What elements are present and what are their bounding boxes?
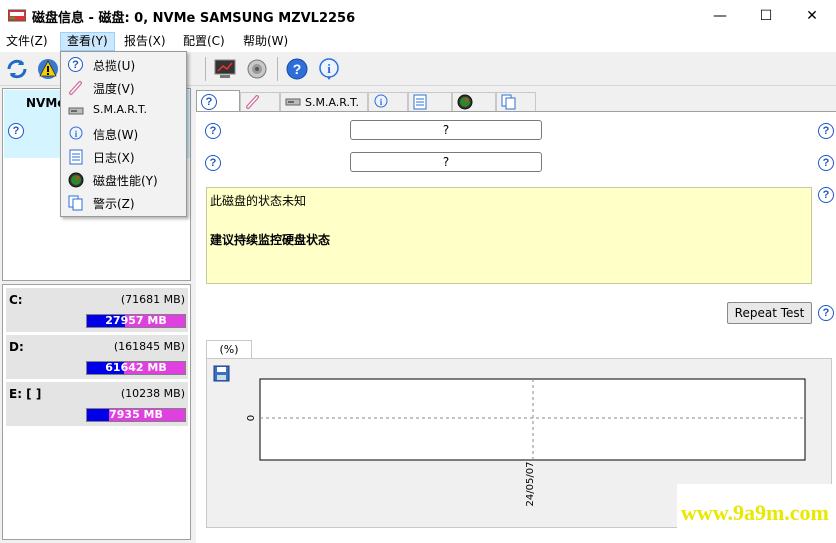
status-message: 此磁盘的状态未知 bbox=[210, 194, 307, 208]
volume-usage-bar: 61642 MB bbox=[86, 361, 186, 375]
volume-item[interactable]: E: [ ] (10238 MB) 7935 MB bbox=[6, 382, 188, 426]
volume-usage-bar: 27957 MB bbox=[86, 314, 186, 328]
health-field: ? bbox=[350, 120, 542, 140]
log-icon bbox=[413, 94, 427, 110]
warning-button[interactable] bbox=[34, 55, 62, 83]
speaker-button[interactable] bbox=[243, 55, 271, 83]
gauge-icon bbox=[68, 172, 83, 187]
volume-usage-bar: 7935 MB bbox=[86, 408, 186, 422]
about-button[interactable]: i bbox=[315, 55, 343, 83]
volume-total: (161845 MB) bbox=[113, 340, 185, 353]
menu-help[interactable]: 帮助(W) bbox=[237, 32, 294, 51]
view-menu-item-overview[interactable]: ? 总揽(U) bbox=[63, 53, 184, 76]
view-menu-item-alerts[interactable]: 警示(Z) bbox=[63, 191, 184, 214]
performance-help-icon[interactable]: ? bbox=[818, 155, 834, 171]
speaker-icon bbox=[247, 59, 267, 79]
volume-free: 61642 MB bbox=[105, 361, 167, 374]
refresh-icon bbox=[7, 59, 27, 79]
tab-info[interactable]: i bbox=[368, 92, 408, 111]
status-recommendation: 建议持续监控硬盘状态 bbox=[210, 233, 331, 247]
health-question-icon[interactable]: ? bbox=[205, 123, 221, 139]
tab-performance[interactable] bbox=[452, 92, 496, 111]
monitor-icon bbox=[214, 59, 236, 78]
watermark: www.9a9m.com bbox=[677, 484, 836, 543]
thermometer-icon bbox=[246, 95, 259, 109]
info-icon: i bbox=[69, 126, 82, 139]
volume-item[interactable]: D: (161845 MB) 61642 MB bbox=[6, 335, 188, 379]
view-menu-dropdown: ? 总揽(U) 温度(V) S.M.A.R.T. i 信息(W) 日志(X) 磁… bbox=[60, 51, 187, 217]
status-help-icon[interactable]: ? bbox=[818, 187, 834, 203]
volume-letter: E: [ ] bbox=[9, 387, 42, 401]
svg-text:i: i bbox=[327, 61, 331, 76]
volume-item[interactable]: C: (71681 MB) 27957 MB bbox=[6, 288, 188, 332]
repeat-test-button[interactable]: Repeat Test bbox=[727, 302, 812, 324]
volume-panel: C: (71681 MB) 27957 MB D: (161845 MB) 61… bbox=[2, 284, 191, 540]
help-icon: ? bbox=[286, 58, 308, 80]
menu-config[interactable]: 配置(C) bbox=[177, 32, 231, 51]
minimize-button[interactable]: — bbox=[697, 0, 743, 31]
volume-free: 27957 MB bbox=[105, 314, 167, 327]
info-icon: i bbox=[319, 58, 339, 80]
chart-tab-percent[interactable]: (%) bbox=[206, 340, 252, 359]
volume-letter: D: bbox=[9, 340, 24, 354]
status-box: 此磁盘的状态未知 建议持续监控硬盘状态 bbox=[206, 187, 812, 284]
svg-text:?: ? bbox=[293, 61, 302, 77]
menu-view[interactable]: 查看(Y) bbox=[60, 32, 115, 51]
y-tick-label: 0 bbox=[246, 415, 257, 421]
menu-bar: 文件(Z) 查看(Y) 报告(X) 配置(C) 帮助(W) bbox=[0, 31, 836, 52]
view-menu-item-smart[interactable]: S.M.A.R.T. bbox=[63, 99, 184, 122]
pages-icon bbox=[501, 94, 516, 110]
volume-total: (71681 MB) bbox=[120, 293, 185, 306]
tab-alerts[interactable] bbox=[496, 92, 536, 111]
watermark-text: www.9a9m.com bbox=[681, 500, 829, 525]
gauge-icon bbox=[457, 94, 473, 110]
volume-total: (10238 MB) bbox=[120, 387, 185, 400]
tab-log[interactable] bbox=[408, 92, 452, 111]
tab-smart[interactable]: S.M.A.R.T. bbox=[280, 92, 368, 111]
refresh-button[interactable] bbox=[3, 55, 31, 83]
menu-report[interactable]: 报告(X) bbox=[118, 32, 172, 51]
view-menu-item-log[interactable]: 日志(X) bbox=[63, 145, 184, 168]
overview-panel: ? ? ? ? ? ? 此磁盘的状态未知 建议持续监控硬盘状态 ? Repeat… bbox=[196, 111, 836, 543]
tab-smart-label: S.M.A.R.T. bbox=[305, 95, 359, 109]
repeat-help-icon[interactable]: ? bbox=[818, 305, 834, 321]
log-icon bbox=[69, 149, 82, 164]
question-icon: ? bbox=[201, 93, 217, 110]
pages-icon bbox=[68, 195, 82, 210]
view-menu-item-temperature[interactable]: 温度(V) bbox=[63, 76, 184, 99]
tab-overview[interactable]: ? bbox=[196, 90, 240, 112]
x-tick-label: 24/05/07 bbox=[525, 462, 536, 507]
info-icon: i bbox=[374, 94, 388, 108]
volume-letter: C: bbox=[9, 293, 23, 307]
help-button[interactable]: ? bbox=[283, 55, 311, 83]
performance-question-icon[interactable]: ? bbox=[205, 155, 221, 171]
monitor-button[interactable] bbox=[211, 55, 239, 83]
thermometer-icon bbox=[68, 80, 82, 95]
view-menu-item-info[interactable]: i 信息(W) bbox=[63, 122, 184, 145]
performance-field: ? bbox=[350, 152, 542, 172]
close-button[interactable]: ✕ bbox=[789, 0, 835, 31]
drive-icon bbox=[285, 98, 301, 106]
volume-free: 7935 MB bbox=[109, 408, 163, 421]
title-bar: 磁盘信息 - 磁盘: 0, NVMe SAMSUNG MZVL2256 — ☐ … bbox=[0, 0, 836, 31]
question-icon: ? bbox=[68, 57, 83, 72]
drive-icon bbox=[68, 107, 83, 114]
window-title: 磁盘信息 - 磁盘: 0, NVMe SAMSUNG MZVL2256 bbox=[32, 11, 356, 26]
menu-file[interactable]: 文件(Z) bbox=[0, 32, 54, 51]
disk-status-question-icon: ? bbox=[8, 123, 24, 139]
warning-icon bbox=[38, 59, 58, 79]
health-help-icon[interactable]: ? bbox=[818, 123, 834, 139]
maximize-button[interactable]: ☐ bbox=[743, 0, 789, 31]
tab-temperature[interactable] bbox=[240, 92, 280, 111]
view-menu-item-performance[interactable]: 磁盘性能(Y) bbox=[63, 168, 184, 191]
app-icon bbox=[8, 9, 26, 22]
